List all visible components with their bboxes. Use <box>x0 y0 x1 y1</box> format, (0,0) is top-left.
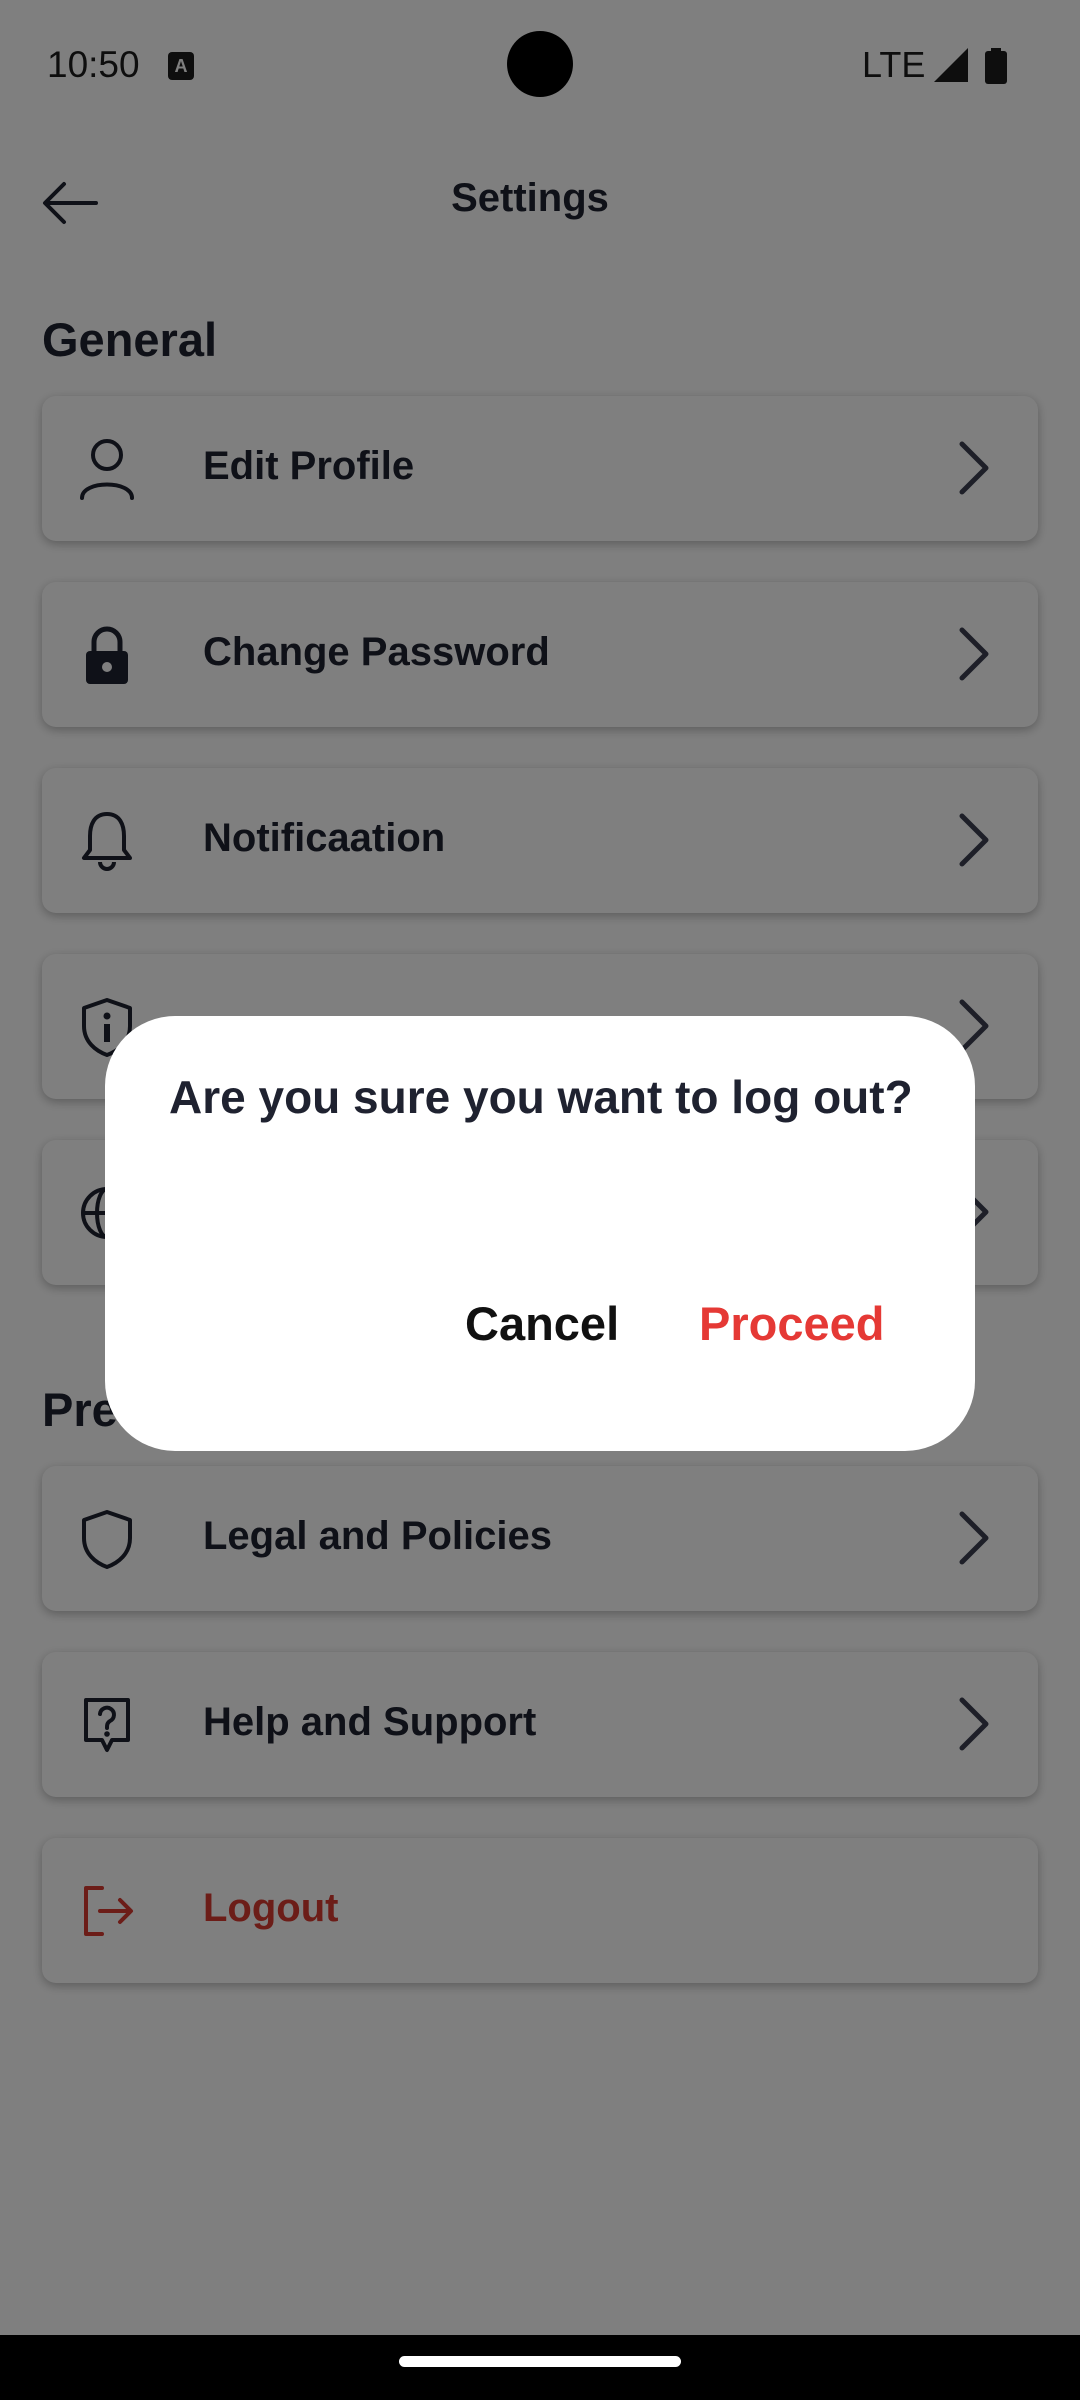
dialog-message: Are you sure you want to log out? <box>169 1071 913 1123</box>
cancel-button[interactable]: Cancel <box>465 1296 619 1351</box>
logout-confirm-dialog: Are you sure you want to log out? Cancel… <box>105 1016 975 1451</box>
proceed-button[interactable]: Proceed <box>699 1296 884 1351</box>
home-gesture-handle[interactable] <box>399 2356 681 2367</box>
system-nav-bar <box>0 2335 1080 2400</box>
